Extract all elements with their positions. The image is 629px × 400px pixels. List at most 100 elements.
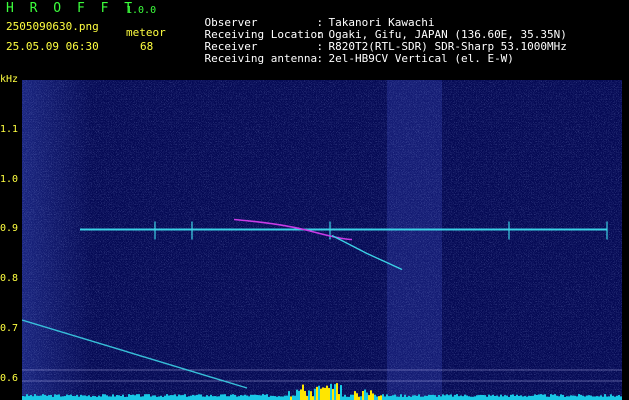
level-bar: [454, 394, 456, 400]
level-bar: [82, 395, 84, 400]
level-bar: [528, 395, 530, 400]
level-bar: [234, 394, 236, 400]
level-bar: [430, 394, 432, 400]
level-bar: [428, 394, 430, 400]
level-bar: [434, 395, 436, 400]
level-bar: [584, 396, 586, 400]
level-bar: [122, 394, 124, 400]
level-bar: [80, 394, 82, 400]
level-bar: [100, 396, 102, 400]
level-bar: [386, 394, 388, 400]
level-bar: [328, 388, 330, 400]
level-bar: [220, 394, 222, 400]
level-bar: [174, 394, 176, 400]
level-bar: [282, 396, 284, 400]
level-bar: [260, 395, 262, 400]
level-bar: [236, 396, 238, 400]
level-bar: [40, 395, 42, 400]
level-bar: [580, 394, 582, 400]
level-bar: [374, 394, 376, 400]
level-bar: [494, 395, 496, 400]
level-bar: [558, 396, 560, 400]
level-bar: [118, 395, 120, 400]
level-bar: [138, 394, 140, 400]
level-bar: [166, 394, 168, 400]
level-bar: [286, 395, 288, 400]
level-bar: [142, 396, 144, 400]
level-bar: [108, 396, 110, 400]
level-bar: [566, 396, 568, 400]
level-bar: [362, 391, 364, 400]
spectrogram-plot: [22, 80, 622, 400]
level-bar: [394, 394, 396, 400]
level-bar: [534, 394, 536, 400]
level-bar: [58, 394, 60, 400]
level-bar: [332, 389, 334, 400]
level-bar: [408, 395, 410, 400]
level-bar: [22, 396, 24, 400]
level-bar: [210, 394, 212, 400]
level-bar: [24, 396, 26, 400]
level-bar: [570, 395, 572, 400]
level-bar: [250, 394, 252, 400]
level-bar: [232, 394, 234, 400]
level-bar: [224, 394, 226, 400]
level-bar: [594, 396, 596, 400]
level-bar: [450, 394, 452, 400]
level-bar: [104, 394, 106, 400]
level-bar: [272, 395, 274, 400]
level-bar: [228, 396, 230, 400]
level-bar: [148, 394, 150, 400]
level-bar: [246, 395, 248, 400]
level-bar: [116, 395, 118, 400]
level-bar: [340, 385, 342, 400]
level-bar: [462, 396, 464, 400]
level-bar: [360, 396, 362, 400]
level-bar: [320, 388, 322, 400]
level-bar: [412, 395, 414, 400]
level-bar: [364, 389, 366, 400]
level-bar: [306, 395, 308, 400]
level-bar: [554, 394, 556, 400]
level-bar: [176, 396, 178, 400]
level-bar: [498, 396, 500, 400]
level-bar: [520, 395, 522, 400]
level-bar: [48, 395, 50, 400]
level-bar: [134, 395, 136, 400]
level-bar: [536, 394, 538, 400]
level-bar: [140, 396, 142, 400]
level-bar: [354, 391, 356, 400]
level-bar: [248, 396, 250, 400]
level-bar: [106, 395, 108, 400]
info-separator: :: [316, 52, 324, 65]
level-bar: [530, 395, 532, 400]
level-bar: [158, 396, 160, 400]
level-bar: [172, 395, 174, 400]
level-bar: [542, 394, 544, 400]
date-time: 25.05.09 06:30: [6, 40, 99, 53]
level-bar: [46, 395, 48, 400]
level-bar: [612, 395, 614, 400]
level-bar: [258, 395, 260, 400]
level-bar: [448, 395, 450, 400]
level-bar: [30, 395, 32, 400]
level-bar: [426, 395, 428, 400]
level-bar: [592, 396, 594, 400]
level-bar: [284, 395, 286, 400]
level-bar: [262, 394, 264, 400]
noise-texture: [22, 80, 622, 400]
level-bar: [132, 394, 134, 400]
level-bar: [314, 388, 316, 400]
level-bar: [128, 394, 130, 400]
level-bar: [214, 396, 216, 400]
level-bar: [478, 395, 480, 400]
level-bar: [606, 396, 608, 400]
app-title: H R O F F T: [6, 1, 137, 16]
level-bar: [524, 395, 526, 400]
level-bar: [84, 395, 86, 400]
level-bar: [370, 390, 372, 400]
level-bar: [318, 385, 320, 400]
level-bar: [68, 395, 70, 400]
level-bar: [212, 396, 214, 400]
level-bar: [70, 394, 72, 400]
